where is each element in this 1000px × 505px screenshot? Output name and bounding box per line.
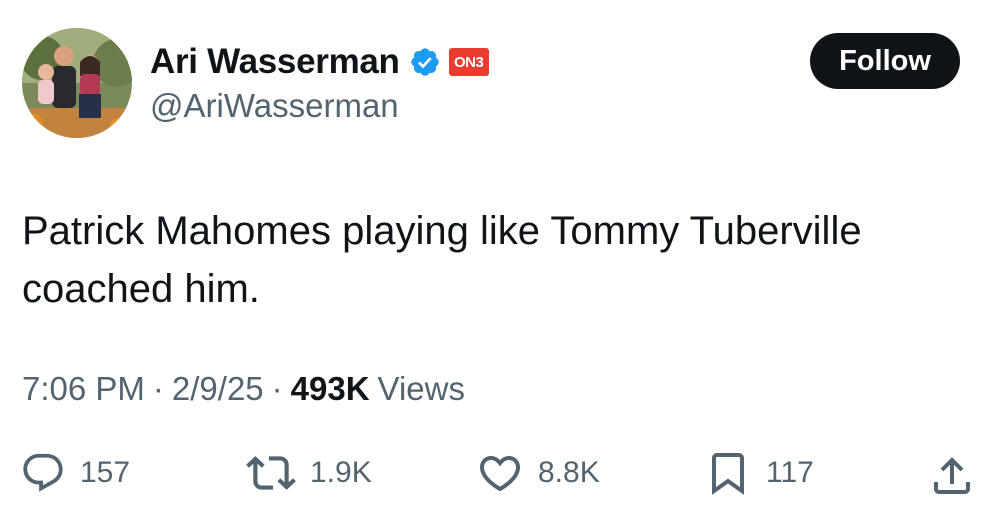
meta-separator: ·	[152, 370, 164, 407]
reply-button[interactable]: 157	[20, 450, 130, 496]
tweet-date[interactable]: 2/9/25	[172, 370, 264, 408]
views-count: 493K	[290, 370, 370, 407]
author-name-row: Ari Wasserman ON3	[150, 40, 489, 84]
bookmark-button[interactable]: 117	[704, 450, 814, 496]
share-button[interactable]	[928, 452, 976, 505]
verified-icon[interactable]	[409, 46, 441, 78]
tweet-time[interactable]: 7:06 PM	[22, 370, 145, 408]
reply-count: 157	[80, 456, 131, 489]
tweet-meta: 7:06 PM · 2/9/25 · 493K Views	[22, 370, 465, 408]
like-icon	[479, 456, 521, 492]
follow-button[interactable]: Follow	[810, 33, 960, 89]
affiliation-badge[interactable]: ON3	[448, 48, 489, 76]
repost-icon	[246, 456, 296, 490]
avatar-photo	[22, 28, 132, 138]
meta-separator: ·	[271, 370, 283, 407]
tweet-text-line: coached him.	[22, 267, 260, 311]
comment-icon	[23, 453, 63, 492]
share-icon	[934, 457, 970, 494]
like-button[interactable]: 8.8K	[476, 450, 600, 496]
tweet-text-line: Patrick Mahomes playing like Tommy Tuber…	[22, 209, 862, 253]
bookmark-icon	[712, 453, 744, 495]
author-name[interactable]: Ari Wasserman	[150, 42, 400, 82]
tweet-text: Patrick Mahomes playing like Tommy Tuber…	[22, 202, 962, 318]
repost-count: 1.9K	[310, 456, 372, 489]
like-count: 8.8K	[538, 456, 600, 489]
views-label: Views	[377, 370, 465, 407]
repost-button[interactable]: 1.9K	[246, 450, 372, 496]
author-handle[interactable]: @AriWasserman	[150, 87, 399, 125]
affiliation-badge-label: ON3	[453, 53, 484, 71]
bookmark-count: 117	[766, 456, 814, 489]
avatar[interactable]	[22, 28, 132, 138]
